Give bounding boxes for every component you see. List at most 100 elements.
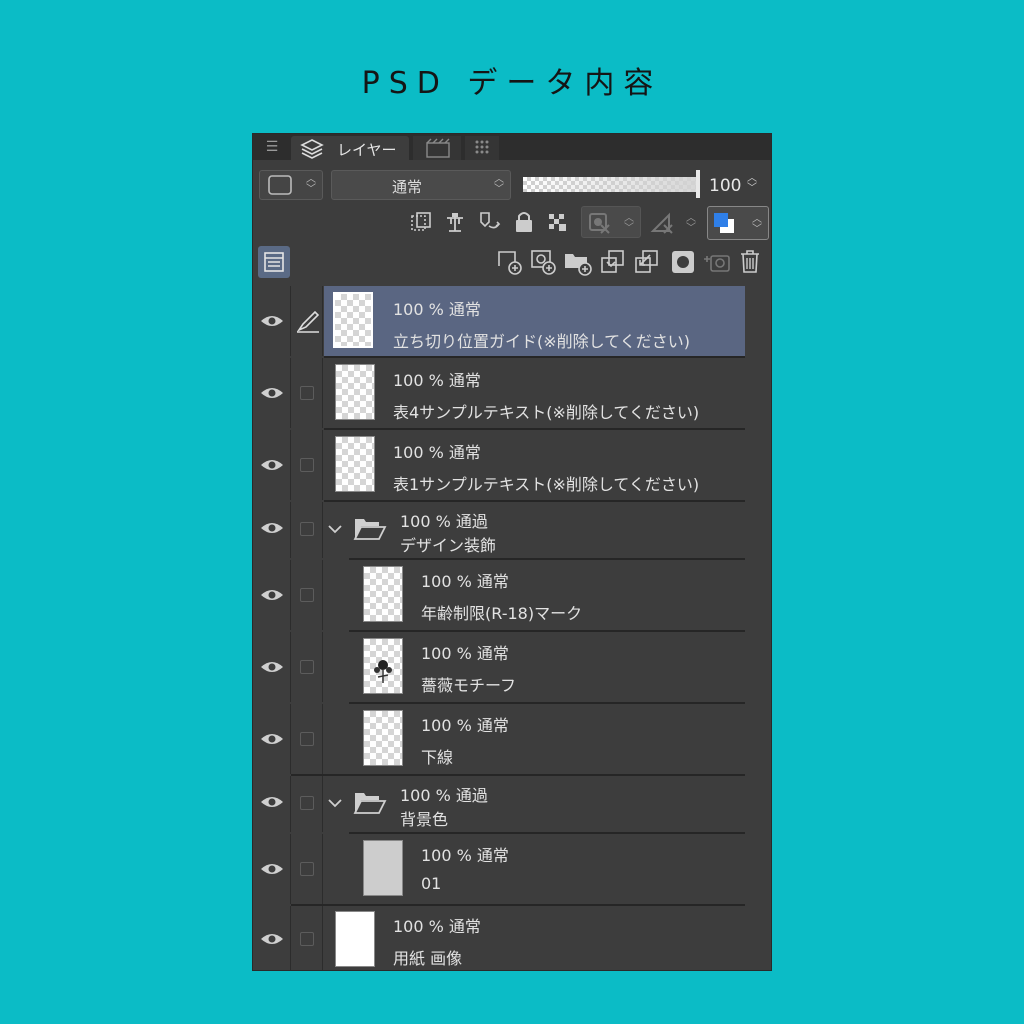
eye-icon (261, 797, 283, 807)
layer-meta: 100 % 通常 (421, 572, 509, 591)
tab-animation[interactable] (413, 136, 461, 160)
checkbox (300, 522, 314, 536)
eye-icon (261, 523, 283, 533)
page-title: PSD データ内容 (361, 66, 663, 101)
layer-name: 下線 (421, 748, 454, 767)
layer-meta: 100 % 通常 (393, 917, 481, 936)
layer-name: 年齢制限(R-18)マーク (421, 604, 583, 623)
folder-open-icon (353, 519, 387, 540)
layer-meta: 100 % 通常 (421, 644, 509, 663)
checkbox (300, 588, 314, 602)
edit-target-toggle[interactable] (291, 906, 323, 970)
layer-row[interactable]: 100 % 通常 表1サンプルテキスト(※削除してください) (253, 430, 745, 500)
visibility-toggle[interactable] (253, 560, 291, 630)
merge-layer-icon[interactable] (633, 248, 661, 276)
layer-folder-row[interactable]: 100 % 通過 背景色 (253, 776, 745, 832)
edit-target-toggle[interactable] (291, 704, 323, 774)
visibility-toggle[interactable] (253, 834, 291, 904)
edit-target-toggle[interactable] (291, 430, 323, 500)
layer-thumbnail (363, 638, 403, 694)
spinner-arrows-icon: ︿ ﹀ (686, 213, 696, 234)
edit-target-toggle[interactable] (291, 632, 323, 702)
rose-motif-icon (374, 660, 392, 683)
layer-row[interactable]: 100 % 通常 用紙 画像 (253, 906, 745, 970)
layer-row[interactable]: 100 % 通常 表4サンプルテキスト(※削除してください) (253, 358, 745, 428)
tab-layer-label: レイヤー (337, 141, 397, 159)
tab-layer[interactable]: レイヤー (291, 136, 409, 160)
edit-target-toggle[interactable] (291, 358, 323, 428)
edit-target-toggle[interactable] (291, 286, 323, 356)
tab-grid[interactable] (465, 136, 499, 160)
checkbox (300, 796, 314, 810)
chevron-down-icon[interactable] (327, 796, 343, 810)
visibility-toggle[interactable] (253, 776, 291, 832)
lock-transparent-icon[interactable] (545, 210, 571, 234)
layer-meta: 100 % 通常 (393, 371, 481, 390)
create-mask-icon[interactable] (669, 248, 697, 276)
layer-name: 薔薇モチーフ (421, 676, 517, 695)
layer-thumbnail (363, 710, 403, 766)
checkbox (300, 932, 314, 946)
spinner-arrows-icon: ︿ ﹀ (624, 213, 634, 234)
layer-meta: 100 % 通過 (400, 512, 488, 531)
visibility-toggle[interactable] (253, 358, 291, 428)
eye-icon (261, 590, 283, 600)
new-vector-layer-icon[interactable] (529, 248, 557, 276)
new-folder-icon[interactable] (563, 248, 593, 276)
layer-thumbnail (333, 292, 373, 348)
blend-mode-select[interactable]: 通常 ︿ ﹀ (331, 170, 511, 200)
eye-icon (261, 934, 283, 944)
layer-mode-select[interactable]: ︿ ﹀ (259, 170, 323, 200)
layer-color-group[interactable]: ︿ ﹀ (707, 206, 769, 240)
transfer-to-lower-layer-icon[interactable] (599, 248, 627, 276)
clip-to-layer-below-icon[interactable] (409, 210, 433, 234)
ruler-disabled-icon (650, 212, 673, 234)
edit-target-toggle[interactable] (291, 560, 323, 630)
layer-folder-row[interactable]: 100 % 通過 デザイン装飾 (253, 502, 745, 558)
visibility-toggle[interactable] (253, 502, 291, 558)
layer-row[interactable]: 100 % 通常 年齢制限(R-18)マーク (253, 560, 745, 630)
new-raster-layer-icon[interactable] (495, 248, 523, 276)
checkbox (300, 458, 314, 472)
eye-icon (261, 460, 283, 470)
delete-layer-icon[interactable] (737, 248, 763, 276)
ruler-toggle-group[interactable]: ︿ ﹀ (645, 206, 703, 238)
visibility-toggle[interactable] (253, 632, 291, 702)
edit-target-toggle[interactable] (291, 776, 323, 832)
layer-name: 立ち切り位置ガイド(※削除してください) (393, 332, 690, 351)
scrollbar[interactable] (746, 286, 771, 970)
opacity-spinner-icon[interactable]: ︿ ﹀ (747, 174, 757, 194)
layer-name: 表1サンプルテキスト(※削除してください) (393, 475, 700, 494)
pen-icon (296, 310, 320, 333)
reference-layer-icon[interactable] (443, 210, 467, 234)
layer-row[interactable]: 100 % 通常 薔薇モチーフ (253, 632, 745, 702)
apply-mask-icon[interactable] (703, 248, 733, 276)
visibility-toggle[interactable] (253, 286, 291, 356)
layer-thumbnail (363, 566, 403, 622)
layer-meta: 100 % 通常 (421, 846, 509, 865)
layer-property-button[interactable] (258, 246, 290, 278)
panel-menu-icon[interactable]: ☰ (259, 137, 285, 157)
opacity-value[interactable]: 100 (709, 176, 741, 196)
opacity-slider-handle[interactable] (696, 170, 700, 198)
eye-icon (261, 662, 283, 672)
visibility-toggle[interactable] (253, 430, 291, 500)
layer-property-icon (264, 252, 284, 272)
layer-name: 用紙 画像 (393, 949, 463, 968)
draft-layer-icon[interactable] (477, 210, 503, 234)
lock-icon[interactable] (513, 210, 535, 234)
edit-target-toggle[interactable] (291, 834, 323, 904)
chevron-down-icon[interactable] (327, 522, 343, 536)
layer-row[interactable]: 100 % 通常 立ち切り位置ガイド(※削除してください) (253, 286, 745, 356)
visibility-toggle[interactable] (253, 906, 291, 970)
edit-target-toggle[interactable] (291, 502, 323, 558)
checkbox (300, 386, 314, 400)
layer-row[interactable]: 100 % 通常 下線 (253, 704, 745, 774)
layer-row[interactable]: 100 % 通常 01 (253, 834, 745, 904)
checkbox (300, 660, 314, 674)
layer-panel: ☰ レイヤー ︿ ﹀ 通常 ︿ ﹀ 100 ︿ ﹀ ︿ ﹀ ︿ ﹀ ︿ ﹀ 10… (252, 133, 772, 971)
layer-thumbnail (335, 911, 375, 967)
opacity-slider[interactable] (523, 177, 697, 192)
visibility-toggle[interactable] (253, 704, 291, 774)
mask-toggle-group[interactable]: ︿ ﹀ (581, 206, 641, 238)
